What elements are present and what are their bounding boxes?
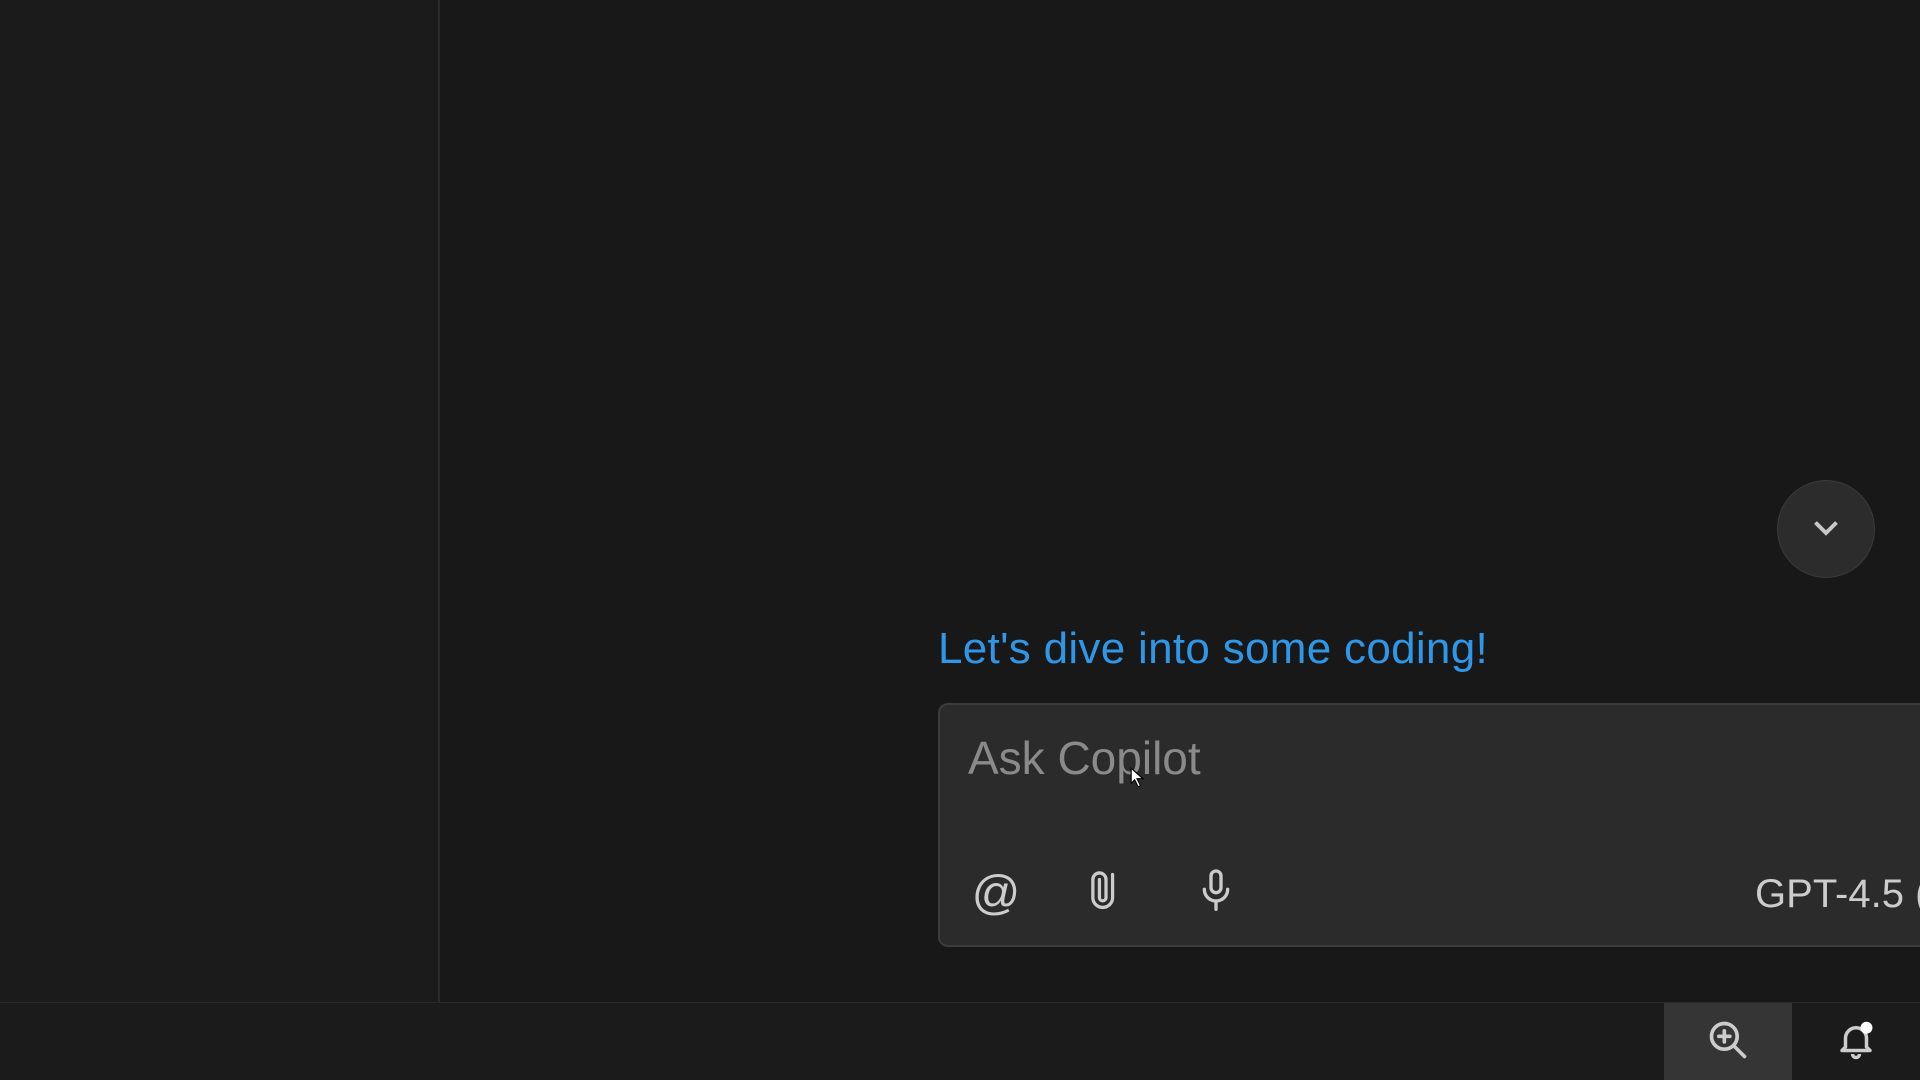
voice-button[interactable] <box>1186 863 1246 923</box>
attach-button[interactable] <box>1076 863 1136 923</box>
sidebar-panel <box>0 0 438 1002</box>
chat-main-area: Let's dive into some coding! @ <box>440 0 1920 1002</box>
input-left-icons: @ <box>966 863 1246 923</box>
mention-button[interactable]: @ <box>966 863 1026 923</box>
scroll-to-bottom-button[interactable] <box>1777 480 1875 578</box>
status-bar <box>0 1002 1920 1080</box>
model-selector-label: GPT-4.5 (Preview) <box>1755 872 1920 917</box>
at-icon: @ <box>972 866 1021 921</box>
zoom-button[interactable] <box>1664 1003 1792 1080</box>
microphone-icon <box>1196 867 1236 920</box>
paperclip-icon <box>1086 868 1126 919</box>
chevron-down-icon <box>1808 509 1844 550</box>
bell-icon <box>1835 1019 1877 1066</box>
chat-input-panel: @ <box>938 703 1920 947</box>
zoom-in-icon <box>1706 1018 1750 1067</box>
notifications-button[interactable] <box>1792 1003 1920 1080</box>
chat-input[interactable] <box>968 731 1920 785</box>
status-right-group <box>1664 1003 1920 1080</box>
greeting-text: Let's dive into some coding! <box>938 624 1488 674</box>
model-selector[interactable]: GPT-4.5 (Preview) <box>1755 872 1920 917</box>
